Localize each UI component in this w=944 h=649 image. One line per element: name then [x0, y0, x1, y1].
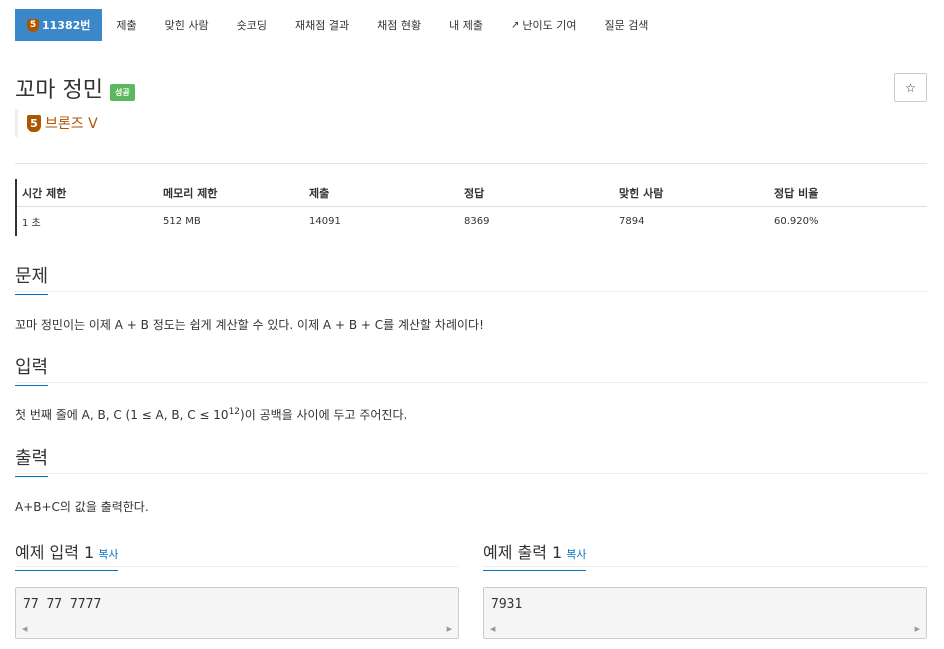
header-accepted: 정답	[464, 186, 485, 200]
input-section-title: 입력	[15, 353, 49, 386]
problem-info-table: 시간 제한 메모리 제한 제출 정답 맞힌 사람 정답 비율 1 초 512 M…	[15, 179, 927, 236]
value-submissions: 14091	[309, 216, 341, 227]
output-description: A+B+C의 값을 출력한다.	[15, 500, 149, 514]
tier-label[interactable]: 브론즈 V	[45, 113, 98, 133]
tab-question-search[interactable]: 질문 검색	[590, 9, 662, 41]
star-button[interactable]: ☆	[894, 73, 927, 102]
bronze-tier-icon: 5	[27, 18, 39, 32]
input-exponent: 12	[228, 407, 241, 417]
tab-problem-label: 11382번	[42, 19, 91, 32]
bronze-tier-icon: 5	[27, 114, 41, 132]
section-divider	[15, 291, 927, 292]
scroll-right-icon[interactable]: ▶	[447, 625, 452, 635]
problem-tier: 5 브론즈 V	[15, 109, 98, 137]
sample-input-title: 예제 입력 1 복사	[15, 539, 119, 571]
header-memory-limit: 메모리 제한	[163, 186, 218, 200]
tab-judge-status[interactable]: 채점 현황	[363, 9, 435, 41]
divider	[15, 163, 927, 164]
section-divider	[15, 473, 927, 474]
star-icon: ☆	[905, 80, 916, 95]
output-section-title: 출력	[15, 444, 49, 477]
header-accept-ratio: 정답 비율	[774, 186, 819, 200]
input-text-after: )이 공백을 사이에 두고 주어진다.	[240, 408, 408, 422]
horizontal-scrollbar[interactable]: ◀ ▶	[484, 625, 926, 635]
sample-output-label: 예제 출력 1	[483, 543, 563, 562]
tab-short-coding[interactable]: 숏코딩	[223, 9, 281, 41]
problem-title: 꼬마 정민	[15, 78, 103, 103]
tab-submit[interactable]: 제출	[102, 9, 150, 41]
sample-output-box[interactable]: 7931 ◀ ▶	[483, 587, 927, 639]
problem-nav: 5 11382번 제출 맞힌 사람 숏코딩 재채점 결과 채점 현황 내 제출 …	[15, 9, 662, 41]
tab-problem[interactable]: 5 11382번	[15, 9, 103, 41]
scroll-left-icon[interactable]: ◀	[490, 625, 495, 635]
section-divider	[15, 382, 927, 383]
scroll-left-icon[interactable]: ◀	[22, 625, 27, 635]
sample-input-label: 예제 입력 1	[15, 543, 95, 562]
external-link-icon: ↗	[510, 19, 520, 31]
copy-input-button[interactable]: 복사	[98, 548, 118, 561]
sample-output-title: 예제 출력 1 복사	[483, 539, 587, 571]
tab-difficulty-label: 난이도 기여	[522, 19, 577, 32]
tab-solved-users[interactable]: 맞힌 사람	[151, 9, 223, 41]
scroll-right-icon[interactable]: ▶	[915, 625, 920, 635]
tab-my-submissions[interactable]: 내 제출	[435, 9, 497, 41]
table-header-row: 시간 제한 메모리 제한 제출 정답 맞힌 사람 정답 비율	[17, 179, 927, 207]
tab-rejudge-results[interactable]: 재채점 결과	[281, 9, 363, 41]
sample-output-content: 7931	[491, 597, 523, 612]
copy-output-button[interactable]: 복사	[566, 548, 586, 561]
horizontal-scrollbar[interactable]: ◀ ▶	[16, 625, 458, 635]
problem-description: 꼬마 정민이는 이제 A + B 정도는 쉽게 계산할 수 있다. 이제 A +…	[15, 318, 484, 332]
value-memory-limit: 512 MB	[163, 216, 201, 227]
table-row: 1 초 512 MB 14091 8369 7894 60.920%	[17, 207, 927, 236]
header-solved-users: 맞힌 사람	[619, 186, 664, 200]
value-time-limit: 1 초	[22, 218, 41, 229]
input-text-before: 첫 번째 줄에 A, B, C (1 ≤ A, B, C ≤ 10	[15, 408, 229, 422]
sample-input-content: 77 77 7777	[23, 597, 102, 612]
sample-input-box[interactable]: 77 77 7777 ◀ ▶	[15, 587, 459, 639]
status-badge: 성공	[109, 83, 135, 101]
problem-section-title: 문제	[15, 262, 49, 295]
header-submissions: 제출	[309, 186, 330, 200]
header-time-limit: 시간 제한	[22, 186, 67, 200]
value-solved-users: 7894	[619, 216, 645, 227]
tab-difficulty-contribution[interactable]: ↗ 난이도 기여	[497, 9, 591, 41]
value-accepted: 8369	[464, 216, 490, 227]
problem-title-row: 꼬마 정민 성공	[15, 72, 135, 104]
value-accept-ratio: 60.920%	[774, 216, 819, 227]
input-description: 첫 번째 줄에 A, B, C (1 ≤ A, B, C ≤ 1012)이 공백…	[15, 406, 407, 423]
